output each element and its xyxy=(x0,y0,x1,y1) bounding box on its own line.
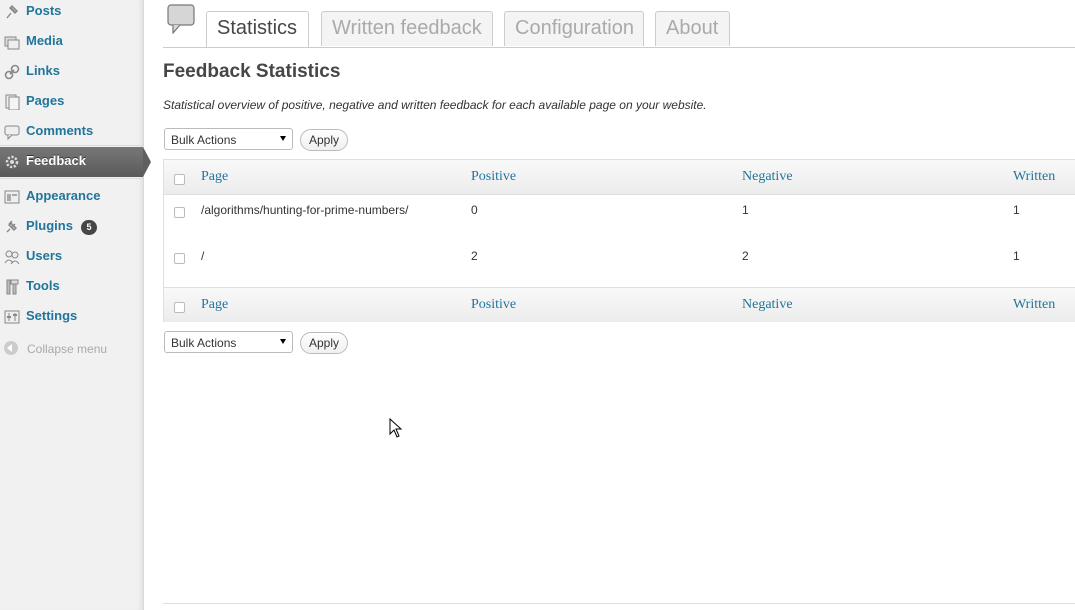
column-footer-written[interactable]: Written xyxy=(1013,297,1055,313)
sidebar-item-links[interactable]: Links xyxy=(0,57,143,87)
bulk-actions-select-bottom[interactable]: Bulk Actions xyxy=(164,331,293,353)
cell-written: 1 xyxy=(1013,249,1020,263)
column-footer-page[interactable]: Page xyxy=(201,297,228,313)
cell-positive: 0 xyxy=(471,203,478,217)
tab-statistics[interactable]: Statistics xyxy=(206,11,309,47)
select-all-checkbox[interactable] xyxy=(174,174,185,185)
media-icon xyxy=(4,34,20,50)
sidebar-item-label: Feedback xyxy=(26,153,86,168)
dropdown-arrow-icon xyxy=(280,136,286,141)
footer-divider xyxy=(163,603,1075,604)
feedback-stats-table: Page Positive Negative Written /algorith… xyxy=(163,159,1075,322)
sidebar-item-tools[interactable]: Tools xyxy=(0,272,143,302)
sidebar-item-label: Plugins xyxy=(26,218,73,233)
users-icon xyxy=(4,249,20,265)
sidebar-item-label: Appearance xyxy=(26,188,101,203)
cell-written: 1 xyxy=(1013,203,1020,217)
sidebar-item-label: Users xyxy=(26,248,63,263)
speech-bubble-icon xyxy=(167,4,197,35)
cell-negative: 2 xyxy=(742,249,749,263)
table-footer: Page Positive Negative Written xyxy=(164,287,1075,322)
column-header-page[interactable]: Page xyxy=(201,169,228,185)
sidebar-item-comments[interactable]: Comments xyxy=(0,117,143,147)
column-footer-positive[interactable]: Positive xyxy=(471,297,516,313)
sidebar-item-label: Links xyxy=(26,63,60,78)
sidebar-item-users[interactable]: Users xyxy=(0,242,143,272)
tab-written-feedback[interactable]: Written feedback xyxy=(321,11,493,46)
sidebar-item-media[interactable]: Media xyxy=(0,27,143,57)
sidebar-item-label: Tools xyxy=(26,278,60,293)
cell-positive: 2 xyxy=(471,249,478,263)
bulk-actions-value: Bulk Actions xyxy=(171,336,237,350)
bulk-actions-value: Bulk Actions xyxy=(171,133,237,147)
comment-icon xyxy=(4,124,20,141)
sidebar-item-label: Comments xyxy=(26,123,94,138)
select-all-checkbox[interactable] xyxy=(174,302,185,313)
dropdown-arrow-icon xyxy=(280,339,286,344)
column-footer-negative[interactable]: Negative xyxy=(742,297,793,313)
mouse-cursor-icon xyxy=(389,417,403,445)
appearance-icon xyxy=(4,189,20,205)
collapse-arrow-icon xyxy=(4,341,18,355)
cell-negative: 1 xyxy=(742,203,749,217)
sidebar-item-label: Media xyxy=(26,33,63,48)
sidebar-item-label: Pages xyxy=(26,93,65,108)
tab-configuration[interactable]: Configuration xyxy=(504,11,644,46)
sidebar-item-plugins[interactable]: Plugins xyxy=(0,212,143,242)
plugin-update-count-badge: 5 xyxy=(81,220,97,235)
cell-page[interactable]: /algorithms/hunting-for-prime-numbers/ xyxy=(201,203,408,217)
sidebar-item-label: Posts xyxy=(26,3,62,18)
column-header-negative[interactable]: Negative xyxy=(742,169,793,185)
sidebar-item-appearance[interactable]: Appearance xyxy=(0,182,143,212)
tools-icon xyxy=(4,279,20,295)
apply-button-bottom[interactable]: Apply xyxy=(300,332,348,354)
tab-bar: Statistics Written feedback Configuratio… xyxy=(163,0,1075,48)
tab-about[interactable]: About xyxy=(655,11,730,46)
sidebar-item-feedback[interactable]: Feedback xyxy=(0,147,151,177)
settings-icon xyxy=(4,309,20,325)
cell-page[interactable]: / xyxy=(201,249,204,263)
row-checkbox[interactable] xyxy=(174,207,185,218)
sidebar-item-pages[interactable]: Pages xyxy=(0,87,143,117)
table-header: Page Positive Negative Written xyxy=(164,160,1075,195)
sidebar-item-posts[interactable]: Posts xyxy=(0,0,143,27)
collapse-menu-label: Collapse menu xyxy=(27,342,108,356)
bulk-actions-select-top[interactable]: Bulk Actions xyxy=(164,128,293,150)
column-header-written[interactable]: Written xyxy=(1013,169,1055,185)
table-row: /algorithms/hunting-for-prime-numbers/ 0… xyxy=(164,195,1075,242)
pushpin-icon xyxy=(4,4,20,20)
admin-sidebar: Posts Media Links Pages Comments Feedbac… xyxy=(0,0,151,610)
apply-button-top[interactable]: Apply xyxy=(300,129,348,151)
pages-icon xyxy=(4,94,20,111)
link-icon xyxy=(4,64,20,80)
page-title: Feedback Statistics xyxy=(163,61,341,82)
gear-icon xyxy=(4,154,20,170)
plug-icon xyxy=(4,219,20,235)
row-checkbox[interactable] xyxy=(174,253,185,264)
page-description: Statistical overview of positive, negati… xyxy=(163,98,707,112)
table-row: / 2 2 1 xyxy=(164,241,1075,287)
sidebar-item-settings[interactable]: Settings xyxy=(0,302,143,332)
sidebar-item-label: Settings xyxy=(26,308,78,323)
column-header-positive[interactable]: Positive xyxy=(471,169,516,185)
